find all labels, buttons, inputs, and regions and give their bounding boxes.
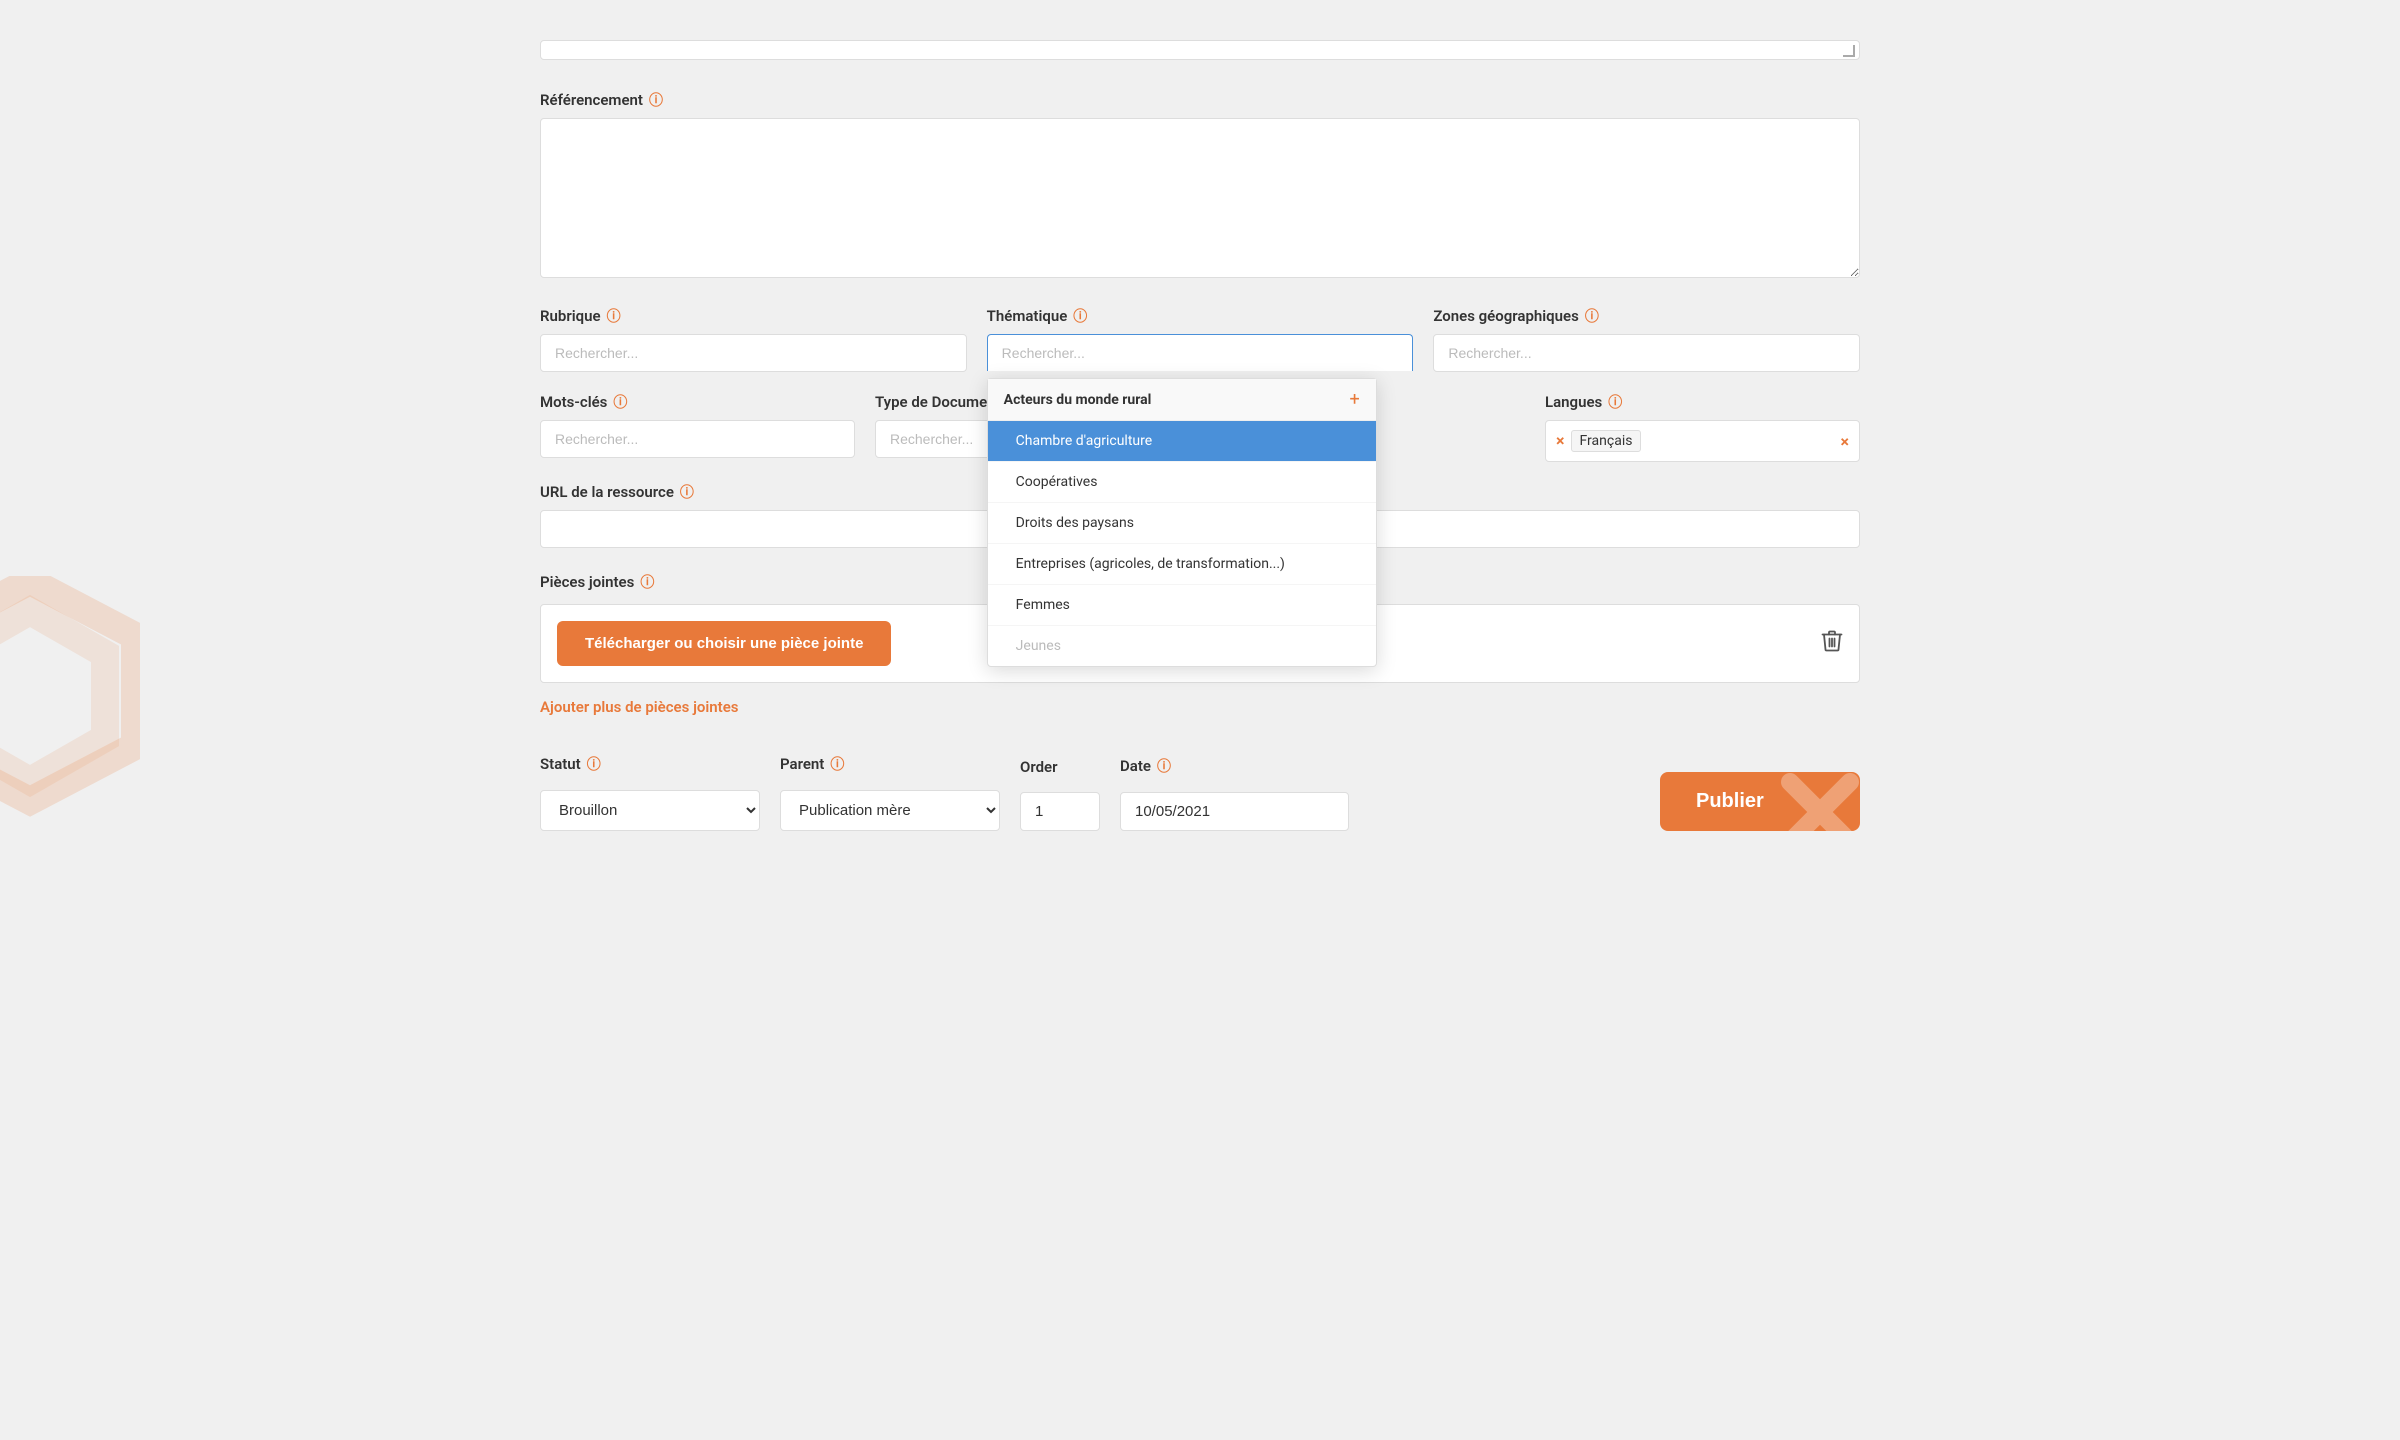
langues-tag-text: Français (1580, 433, 1633, 449)
langues-tag-container[interactable]: × Français × (1545, 420, 1860, 462)
date-input[interactable] (1120, 792, 1349, 831)
publish-btn-decoration (1780, 772, 1860, 831)
parent-field: Parent ⓘ Publication mère Aucun (780, 754, 1000, 831)
url-label-text: URL de la ressource (540, 483, 674, 501)
rubrique-section: Rubrique ⓘ (540, 306, 967, 372)
mots-cles-info-icon[interactable]: ⓘ (613, 392, 627, 412)
pieces-jointes-info-icon[interactable]: ⓘ (640, 572, 654, 592)
dropdown-item-3[interactable]: Entreprises (agricoles, de transformatio… (988, 544, 1376, 585)
mots-cles-section: Mots-clés ⓘ (540, 392, 855, 462)
langues-section: Langues ⓘ × Français × (1545, 392, 1860, 462)
upload-button[interactable]: Télécharger ou choisir une pièce jointe (557, 621, 891, 666)
dropdown-group-header: Acteurs du monde rural + (988, 379, 1376, 421)
zones-label-text: Zones géographiques (1433, 307, 1578, 325)
dropdown-item-5[interactable]: Jeunes (988, 626, 1376, 666)
url-info-icon[interactable]: ⓘ (680, 482, 694, 502)
rubrique-label-text: Rubrique (540, 307, 601, 325)
zones-label: Zones géographiques ⓘ (1433, 306, 1860, 326)
resize-handle[interactable] (1843, 45, 1855, 57)
dropdown-item-label-5: Jeunes (1016, 638, 1061, 654)
order-label: Order (1020, 758, 1100, 776)
referencement-label-text: Référencement (540, 91, 643, 109)
publish-button[interactable]: Publier (1660, 772, 1860, 831)
zones-info-icon[interactable]: ⓘ (1585, 306, 1599, 326)
trash-icon (1821, 629, 1843, 653)
statut-label: Statut ⓘ (540, 754, 760, 774)
referencement-label: Référencement ⓘ (540, 90, 1860, 110)
pieces-jointes-label-text: Pièces jointes (540, 573, 634, 591)
langues-tag-remove-right[interactable]: × (1841, 432, 1850, 451)
langues-label: Langues ⓘ (1545, 392, 1860, 412)
thematique-info-icon[interactable]: ⓘ (1073, 306, 1087, 326)
thematique-dropdown: Acteurs du monde rural + Chambre d'agric… (987, 378, 1377, 667)
dropdown-expand-icon[interactable]: + (1349, 389, 1359, 410)
langues-label-text: Langues (1545, 393, 1602, 411)
publish-button-label: Publier (1696, 790, 1764, 813)
dropdown-item-0[interactable]: Chambre d'agriculture (988, 421, 1376, 462)
row-rubrique-thematique-zones: Rubrique ⓘ Thématique ⓘ Acteurs du monde… (540, 306, 1860, 372)
thematique-label: Thématique ⓘ (987, 306, 1414, 326)
statut-select[interactable]: Brouillon Publié Archivé (540, 790, 760, 831)
delete-piece-button[interactable] (1821, 629, 1843, 659)
bottom-bar: Statut ⓘ Brouillon Publié Archivé Parent… (540, 744, 1860, 831)
rubrique-label: Rubrique ⓘ (540, 306, 967, 326)
parent-label-text: Parent (780, 755, 824, 773)
add-more-pieces-link[interactable]: Ajouter plus de pièces jointes (540, 698, 739, 716)
langues-tag: Français (1571, 430, 1642, 452)
date-info-icon[interactable]: ⓘ (1157, 756, 1171, 776)
zones-input[interactable] (1433, 334, 1860, 372)
parent-label: Parent ⓘ (780, 754, 1000, 774)
dropdown-group-label: Acteurs du monde rural (1004, 392, 1152, 408)
date-label-text: Date (1120, 757, 1151, 775)
dropdown-item-label-1: Coopératives (1016, 474, 1098, 490)
mots-cles-label: Mots-clés ⓘ (540, 392, 855, 412)
dropdown-item-1[interactable]: Coopératives (988, 462, 1376, 503)
parent-info-icon[interactable]: ⓘ (830, 754, 844, 774)
dropdown-item-label-3: Entreprises (agricoles, de transformatio… (1016, 556, 1285, 572)
thematique-section: Thématique ⓘ Acteurs du monde rural + Ch… (987, 306, 1414, 372)
add-more-pieces-text: Ajouter plus de pièces jointes (540, 698, 739, 716)
upload-button-label: Télécharger ou choisir une pièce jointe (585, 635, 863, 652)
statut-info-icon[interactable]: ⓘ (587, 754, 601, 774)
referencement-info-icon[interactable]: ⓘ (649, 90, 663, 110)
date-label: Date ⓘ (1120, 756, 1349, 776)
langues-info-icon[interactable]: ⓘ (1608, 392, 1622, 412)
mots-cles-label-text: Mots-clés (540, 393, 607, 411)
order-input[interactable] (1020, 792, 1100, 831)
zones-section: Zones géographiques ⓘ (1433, 306, 1860, 372)
langues-tag-remove-left[interactable]: × (1556, 433, 1565, 449)
type-document-label-text: Type de Document (875, 393, 1001, 411)
order-field: Order (1020, 758, 1100, 831)
rubrique-info-icon[interactable]: ⓘ (607, 306, 621, 326)
referencement-section: Référencement ⓘ (540, 90, 1860, 306)
thematique-label-text: Thématique (987, 307, 1068, 325)
top-resize-area (540, 40, 1860, 60)
dropdown-item-label-4: Femmes (1016, 597, 1070, 613)
date-field: Date ⓘ (1120, 756, 1349, 831)
order-label-text: Order (1020, 758, 1058, 776)
thematique-input[interactable] (987, 334, 1414, 371)
statut-label-text: Statut (540, 755, 581, 773)
referencement-textarea[interactable] (540, 118, 1860, 278)
dropdown-item-2[interactable]: Droits des paysans (988, 503, 1376, 544)
statut-field: Statut ⓘ Brouillon Publié Archivé (540, 754, 760, 831)
rubrique-input[interactable] (540, 334, 967, 372)
parent-select[interactable]: Publication mère Aucun (780, 790, 1000, 831)
dropdown-item-4[interactable]: Femmes (988, 585, 1376, 626)
dropdown-item-label-2: Droits des paysans (1016, 515, 1134, 531)
mots-cles-input[interactable] (540, 420, 855, 458)
dropdown-item-label-0: Chambre d'agriculture (1016, 433, 1153, 449)
